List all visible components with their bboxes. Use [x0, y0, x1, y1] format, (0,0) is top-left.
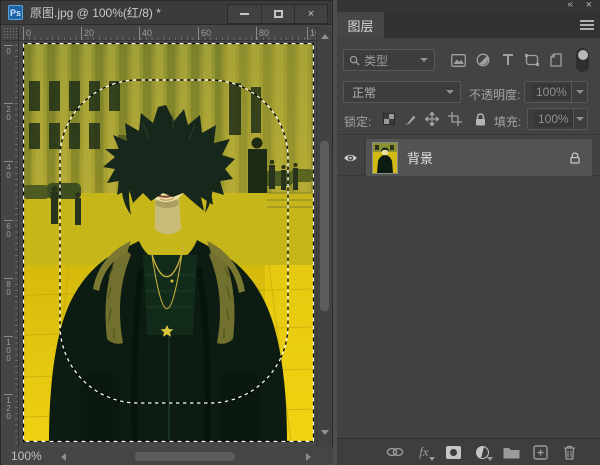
ruler-tick-label: 80: [256, 27, 269, 41]
vertical-scrollbar[interactable]: [316, 26, 332, 447]
layers-bottom-toolbar: fx: [337, 438, 600, 465]
layers-list: 背景: [337, 135, 600, 438]
document-window: Ps 原图.jpg @ 100%(红/8) * × 0 20 40 60 80 …: [0, 0, 333, 465]
new-adjustment-layer-icon[interactable]: [473, 443, 491, 461]
chevron-down-icon: [576, 90, 584, 94]
tab-layers[interactable]: 图层: [337, 12, 384, 38]
eye-icon: [343, 153, 358, 163]
layer-style-fx-icon[interactable]: fx: [415, 443, 433, 461]
ruler-tick-label: 0: [4, 45, 13, 55]
opacity-label: 不透明度:: [469, 86, 520, 103]
minimize-button[interactable]: [228, 5, 261, 23]
lock-artboard-nesting-icon[interactable]: [445, 109, 465, 129]
minimize-icon: [240, 13, 249, 15]
blend-mode-value: 正常: [352, 84, 376, 101]
ruler-tick-label: 120: [4, 394, 13, 420]
maximize-button[interactable]: [261, 5, 294, 23]
ruler-tick-label: 40: [4, 161, 13, 179]
maximize-icon: [274, 10, 283, 18]
scroll-left-icon[interactable]: [61, 453, 66, 461]
filter-pixel-layers-icon[interactable]: [448, 50, 468, 70]
delete-layer-trash-icon[interactable]: [560, 443, 578, 461]
layer-thumbnail[interactable]: [372, 142, 398, 174]
ruler-tick-label: 100: [4, 336, 13, 362]
layer-row-body[interactable]: 背景: [366, 139, 592, 176]
filter-type-layers-icon[interactable]: [498, 50, 518, 70]
fill-value: 100%: [534, 111, 573, 127]
vertical-ruler[interactable]: 0 20 40 60 80 100 120: [2, 41, 19, 447]
ruler-tick-label: 20: [81, 27, 94, 41]
visibility-cell[interactable]: [337, 139, 365, 176]
new-layer-icon[interactable]: [531, 443, 549, 461]
document-title: 原图.jpg @ 100%(红/8) *: [30, 4, 161, 21]
layers-panel: « × 图层 类型 正常 不透明度: 100% 锁定:: [337, 0, 600, 465]
ruler-origin-box[interactable]: [2, 26, 19, 41]
horizontal-ruler[interactable]: 0 20 40 60 80 10: [19, 26, 317, 41]
lock-label: 锁定:: [344, 113, 371, 130]
ruler-tick-label: 60: [198, 27, 211, 41]
filter-type-select[interactable]: 类型: [343, 49, 435, 71]
photoshop-app-icon: Ps: [8, 5, 23, 20]
lock-position-move-icon[interactable]: [422, 109, 442, 129]
ruler-tick-label: 0: [23, 27, 31, 41]
scroll-right-icon[interactable]: [306, 453, 311, 461]
ruler-tick-label: 80: [4, 278, 13, 296]
filter-smart-objects-icon[interactable]: [546, 50, 566, 70]
layer-row-background[interactable]: 背景: [337, 139, 600, 176]
opacity-value: 100%: [532, 84, 571, 100]
photo-scene: [23, 43, 314, 442]
horizontal-scroll-thumb[interactable]: [135, 452, 235, 461]
fill-dropdown[interactable]: [573, 109, 587, 129]
close-button[interactable]: ×: [294, 5, 327, 23]
panel-close-icon[interactable]: ×: [586, 0, 592, 11]
opacity-select[interactable]: 100%: [524, 81, 588, 103]
opacity-dropdown[interactable]: [571, 82, 587, 102]
chevron-down-icon: [576, 117, 584, 121]
add-layer-mask-icon[interactable]: [444, 443, 462, 461]
ruler-tick-label: 60: [4, 220, 13, 238]
chevron-down-icon: [446, 90, 454, 94]
collapse-panel-icon[interactable]: «: [567, 0, 572, 10]
filter-shape-layers-icon[interactable]: [522, 50, 542, 70]
blend-mode-select[interactable]: 正常: [343, 81, 461, 103]
status-bar: 100%: [2, 447, 333, 465]
layer-locked-icon: [570, 152, 580, 164]
scroll-up-icon[interactable]: [321, 34, 329, 39]
ruler-tick-label: 40: [139, 27, 152, 41]
document-titlebar[interactable]: Ps 原图.jpg @ 100%(红/8) * ×: [1, 1, 332, 25]
lock-image-pixels-brush-icon[interactable]: [400, 109, 420, 129]
new-group-folder-icon[interactable]: [502, 443, 520, 461]
zoom-level[interactable]: 100%: [11, 449, 42, 463]
layer-name: 背景: [407, 148, 433, 167]
fill-select[interactable]: 100%: [527, 108, 588, 130]
lock-transparent-pixels-icon[interactable]: [379, 109, 399, 129]
vertical-scroll-thumb[interactable]: [320, 141, 329, 311]
close-icon: ×: [308, 8, 314, 20]
layer-thumbnail-image: [373, 143, 397, 173]
ruler-tick-label: 20: [4, 103, 13, 121]
search-icon: [349, 55, 360, 66]
lock-all-icon[interactable]: [470, 109, 490, 129]
panel-header-strip: « ×: [337, 0, 600, 12]
canvas-image[interactable]: [23, 43, 314, 442]
filter-adjustment-layers-icon[interactable]: [473, 50, 493, 70]
window-controls: ×: [227, 4, 328, 24]
filter-type-label: 类型: [364, 52, 388, 69]
link-layers-icon[interactable]: [386, 443, 404, 461]
scroll-down-icon[interactable]: [321, 430, 329, 435]
panel-tab-row: 图层: [337, 12, 600, 38]
panel-menu-icon[interactable]: [580, 20, 594, 32]
fill-label: 填充:: [494, 113, 521, 130]
filtering-toggle[interactable]: [576, 48, 589, 72]
chevron-down-icon: [420, 58, 428, 62]
